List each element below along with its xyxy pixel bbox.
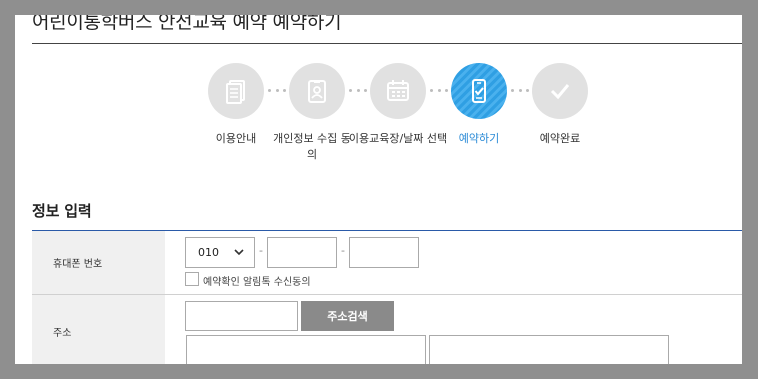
postcode-input[interactable]: [185, 301, 298, 331]
step-connector: [268, 89, 286, 93]
step-4-circle: [451, 63, 507, 119]
title-divider: [32, 43, 742, 44]
phone-prefix-value: 010: [198, 246, 219, 259]
step-1-circle: [208, 63, 264, 119]
step-3-label: 이용교육장/날짜 선택: [348, 132, 448, 145]
document-icon: [226, 80, 245, 104]
address-input[interactable]: [186, 335, 426, 364]
phone-middle-input[interactable]: [267, 237, 337, 268]
phone-prefix-select[interactable]: 010: [185, 237, 255, 268]
address-detail-input[interactable]: [429, 335, 669, 364]
step-3-circle: [370, 63, 426, 119]
phone-separator: -: [259, 244, 263, 257]
sms-consent-checkbox[interactable]: [185, 272, 199, 286]
address-search-button[interactable]: 주소검색: [301, 301, 394, 331]
step-connector: [349, 89, 367, 93]
chevron-down-icon: [234, 249, 244, 256]
phone-label: 휴대폰 번호: [32, 231, 165, 294]
page-sheet: 어린이통학버스 안전교육 예약 예약하기 이용안내 개인정보 수집 동의 이용교…: [15, 15, 742, 364]
address-label: 주소: [32, 295, 165, 364]
step-2-circle: [289, 63, 345, 119]
phone-last-input[interactable]: [349, 237, 419, 268]
step-5-circle: [532, 63, 588, 119]
sms-consent-label: 예약확인 알림톡 수신동의: [203, 277, 311, 288]
step-connector: [430, 89, 448, 93]
calendar-icon: [387, 80, 409, 101]
phone-separator: -: [341, 244, 345, 257]
step-5-label: 예약완료: [539, 132, 581, 145]
page-title: 어린이통학버스 안전교육 예약 예약하기: [32, 15, 342, 33]
mobile-check-icon: [472, 79, 486, 103]
checkmark-icon: [550, 84, 570, 100]
id-card-icon: [308, 80, 326, 103]
section-title: 정보 입력: [32, 202, 92, 220]
step-4-label: 예약하기: [458, 132, 500, 145]
step-1-label: 이용안내: [215, 132, 257, 145]
step-connector: [511, 89, 529, 93]
